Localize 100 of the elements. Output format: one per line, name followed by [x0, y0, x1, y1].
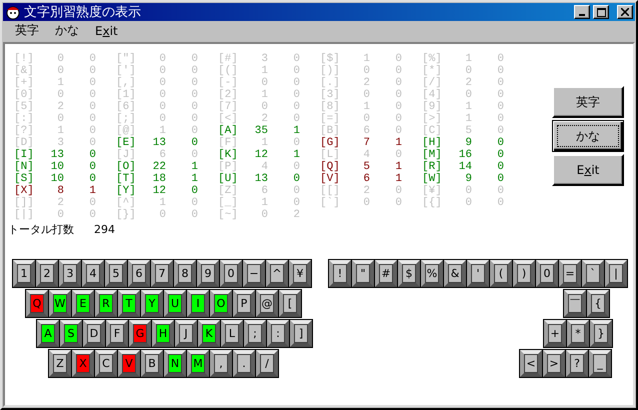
count-value: 1 — [464, 53, 472, 65]
error-count: 0 — [88, 125, 96, 137]
error-count: 0 — [292, 137, 300, 149]
keyboard-key: [ — [279, 290, 301, 317]
key-label: [N] — [14, 161, 35, 173]
key-label: [O] — [116, 161, 137, 173]
key-label: [F] — [218, 137, 239, 149]
menu-item[interactable]: Exit — [87, 24, 126, 38]
keyboard-key: K — [198, 320, 220, 347]
count-value: 6 — [362, 125, 370, 137]
keyboard-key: " — [352, 260, 374, 287]
error-count: 0 — [292, 173, 300, 185]
key-label: [K] — [218, 149, 239, 161]
key-label: [8] — [320, 101, 341, 113]
keyboard-key: > — [543, 350, 565, 377]
keyboard-key: P — [233, 290, 255, 317]
error-count: 0 — [88, 137, 96, 149]
count-value: 7 — [362, 137, 370, 149]
keyboard-key: 6 — [128, 260, 150, 287]
menu-item[interactable]: 英字 — [7, 22, 47, 39]
count-value: 12 — [152, 185, 166, 197]
key-label: [#] — [218, 53, 239, 65]
keyboard-key: 9 — [197, 260, 219, 287]
keyboard-key: ) — [513, 260, 535, 287]
error-count: 0 — [496, 113, 504, 125]
count-value: 1 — [260, 89, 268, 101]
error-count: 0 — [496, 173, 504, 185]
key-label: [:] — [14, 113, 35, 125]
count-value: 1 — [260, 65, 268, 77]
error-count: 1 — [190, 173, 198, 185]
keyboard-key: Q — [26, 290, 48, 317]
error-count: 0 — [496, 65, 504, 77]
key-label: [Y] — [116, 185, 137, 197]
minimize-button[interactable] — [574, 5, 590, 19]
count-value: 2 — [56, 101, 64, 113]
key-label: [{] — [422, 197, 443, 209]
error-count: 0 — [88, 77, 96, 89]
key-label: [¥] — [422, 185, 443, 197]
side-button[interactable]: かな — [552, 120, 624, 152]
keyboard-key: 1 — [13, 260, 35, 287]
error-count: 0 — [88, 89, 96, 101]
key-label: [S] — [14, 173, 35, 185]
count-value: 14 — [458, 161, 472, 173]
side-button[interactable]: Exit — [552, 154, 624, 186]
keyboard-key: ; — [244, 320, 266, 347]
keyboard-key: O — [210, 290, 232, 317]
key-label: [@] — [116, 125, 137, 137]
count-value: 0 — [260, 209, 268, 221]
count-value: 2 — [56, 197, 64, 209]
close-button[interactable] — [617, 5, 633, 19]
key-label: [!] — [14, 53, 35, 65]
menu-item[interactable]: かな — [47, 22, 87, 39]
keyboard-key: + — [544, 320, 566, 347]
keyboard-key: @ — [256, 290, 278, 317]
keyboard-key: Z — [49, 350, 71, 377]
keyboard-key: } — [590, 320, 612, 347]
key-label: [|] — [14, 209, 35, 221]
error-count: 1 — [394, 137, 402, 149]
error-count: 0 — [394, 185, 402, 197]
keyboard-key: E — [72, 290, 94, 317]
error-count: 0 — [394, 89, 402, 101]
key-label: [%] — [422, 53, 443, 65]
maximize-icon — [596, 8, 606, 16]
keyboard-key: ￣ — [564, 290, 586, 317]
count-value: 1 — [260, 197, 268, 209]
error-count: 0 — [88, 149, 96, 161]
key-label: [?] — [14, 125, 35, 137]
error-count: 0 — [496, 161, 504, 173]
error-count: 0 — [190, 65, 198, 77]
count-value: 0 — [158, 77, 166, 89]
error-count: 0 — [496, 53, 504, 65]
keyboard-key: 0 — [536, 260, 558, 287]
keyboard-key: X — [72, 350, 94, 377]
keyboard-key: D — [83, 320, 105, 347]
key-label: [7] — [218, 101, 239, 113]
keyboard-key: $ — [398, 260, 420, 287]
error-count: 0 — [496, 125, 504, 137]
keyboard-key: . — [233, 350, 255, 377]
keyboard-key: ] — [290, 320, 312, 347]
count-value: 0 — [464, 185, 472, 197]
keyboard-key: * — [567, 320, 589, 347]
error-count: 1 — [88, 185, 96, 197]
error-count: 0 — [496, 137, 504, 149]
error-count: 0 — [394, 125, 402, 137]
count-value: 22 — [152, 161, 166, 173]
count-value: 0 — [362, 113, 370, 125]
maximize-button[interactable] — [593, 5, 609, 19]
key-label: [*] — [422, 65, 443, 77]
count-value: 8 — [56, 185, 64, 197]
keyboard-key: ! — [329, 260, 351, 287]
error-count: 0 — [394, 197, 402, 209]
keyboard-key: | — [605, 260, 627, 287]
count-value: 4 — [362, 149, 370, 161]
keyboard-key: I — [187, 290, 209, 317]
count-value: 3 — [56, 137, 64, 149]
error-count: 0 — [88, 101, 96, 113]
key-label: [<] — [218, 113, 239, 125]
keyboard-key: W — [49, 290, 71, 317]
count-value: 1 — [464, 113, 472, 125]
side-button[interactable]: 英字 — [552, 86, 624, 118]
